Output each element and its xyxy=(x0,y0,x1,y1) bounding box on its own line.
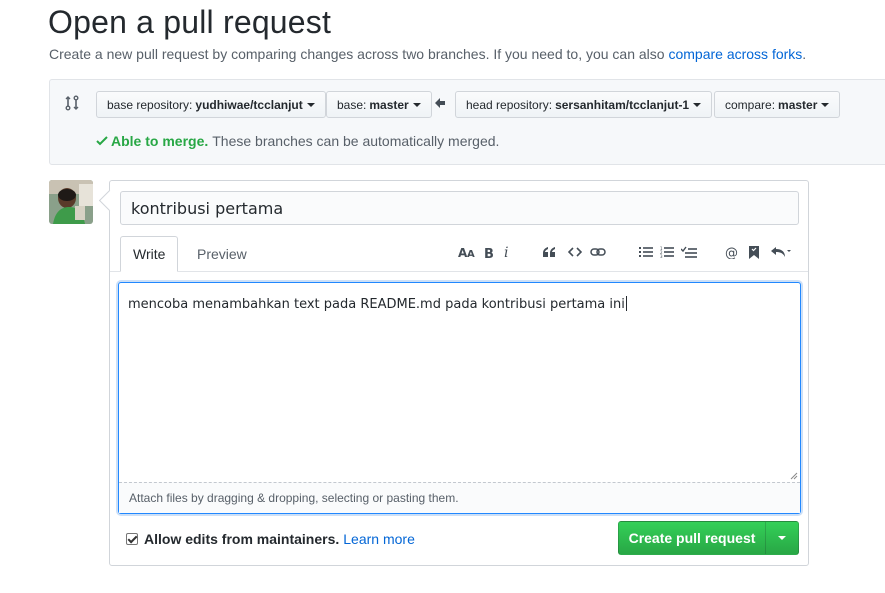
pr-body-value: mencoba menambahkan text pada README.md … xyxy=(128,297,625,312)
merge-description: These branches can be automatically merg… xyxy=(212,133,500,149)
head-repo-value: sersanhitam/tcclanjut-1 xyxy=(555,97,690,112)
compare-branch-value: master xyxy=(778,97,818,112)
svg-text:A: A xyxy=(467,249,475,259)
svg-text:B: B xyxy=(484,247,494,259)
base-repo-value: yudhiwae/tcclanjut xyxy=(195,97,303,112)
mention-icon[interactable]: @ xyxy=(723,242,741,262)
arrow-left-icon xyxy=(435,98,445,108)
allow-edits-option: Allow edits from maintainers. Learn more xyxy=(126,531,415,547)
merge-ok-text: Able to merge. xyxy=(111,133,209,149)
avatar-image xyxy=(49,180,93,224)
pr-body-textarea[interactable]: mencoba menambahkan text pada README.md … xyxy=(118,282,801,514)
subtitle-text: Create a new pull request by comparing c… xyxy=(49,46,665,62)
create-options-dropdown[interactable] xyxy=(765,521,799,555)
chevron-down-icon xyxy=(778,536,786,540)
attach-files-text: Attach files by dragging & dropping, sel… xyxy=(129,491,459,505)
bookmark-icon[interactable] xyxy=(746,242,762,262)
base-branch-label: base: xyxy=(337,97,367,112)
reply-icon[interactable] xyxy=(768,242,794,262)
page-title: Open a pull request xyxy=(48,4,332,40)
pr-title-input[interactable]: kontribusi pertama xyxy=(120,191,799,225)
base-branch-select[interactable]: base: master xyxy=(326,91,432,118)
base-repo-label: base repository: xyxy=(107,97,193,112)
chevron-down-icon xyxy=(412,102,421,107)
unordered-list-icon[interactable] xyxy=(637,242,655,262)
page-subtitle: Create a new pull request by comparing c… xyxy=(49,46,806,62)
code-icon[interactable] xyxy=(566,242,584,262)
tab-preview[interactable]: Preview xyxy=(185,236,259,272)
ordered-list-icon[interactable]: 123 xyxy=(658,242,676,262)
compare-branch-label: compare: xyxy=(725,97,776,112)
pull-request-form: kontribusi pertama Write Preview AA B i … xyxy=(109,180,809,566)
chevron-down-icon xyxy=(306,102,315,107)
avatar[interactable] xyxy=(49,180,93,224)
learn-more-link[interactable]: Learn more xyxy=(343,531,415,547)
svg-text:i: i xyxy=(504,245,508,259)
create-pull-request-button[interactable]: Create pull request xyxy=(618,521,766,555)
check-icon xyxy=(96,136,108,146)
head-repo-label: head repository: xyxy=(466,97,553,112)
head-repository-select[interactable]: head repository: sersanhitam/tcclanjut-1 xyxy=(455,91,713,118)
tasklist-icon[interactable] xyxy=(679,242,699,262)
resize-grip-icon[interactable] xyxy=(790,472,798,480)
allow-edits-checkbox[interactable] xyxy=(126,533,138,545)
svg-text:@: @ xyxy=(725,246,738,259)
merge-status: Able to merge. These branches can be aut… xyxy=(96,133,499,149)
subtitle-end: . xyxy=(802,46,807,62)
quote-icon[interactable] xyxy=(540,242,558,262)
base-branch-value: master xyxy=(369,97,409,112)
attach-files-bar[interactable]: Attach files by dragging & dropping, sel… xyxy=(119,482,800,513)
allow-edits-label: Allow edits from maintainers. xyxy=(144,531,340,547)
italic-icon[interactable]: i xyxy=(500,242,514,262)
link-icon[interactable] xyxy=(589,242,607,262)
svg-text:3: 3 xyxy=(660,254,663,258)
chevron-down-icon xyxy=(821,102,830,107)
bold-icon[interactable]: B xyxy=(481,242,497,262)
tab-write[interactable]: Write xyxy=(120,236,179,272)
compare-across-forks-link[interactable]: compare across forks xyxy=(668,46,802,62)
base-repository-select[interactable]: base repository: yudhiwae/tcclanjut xyxy=(96,91,326,118)
pr-body-text: mencoba menambahkan text pada README.md … xyxy=(128,296,627,312)
text-size-icon[interactable]: AA xyxy=(456,242,478,262)
text-cursor xyxy=(625,296,627,311)
compare-icon xyxy=(65,95,79,111)
compare-branch-select[interactable]: compare: master xyxy=(714,91,841,118)
branch-range-editor: base repository: yudhiwae/tcclanjut base… xyxy=(49,79,885,165)
chevron-down-icon xyxy=(693,102,702,107)
